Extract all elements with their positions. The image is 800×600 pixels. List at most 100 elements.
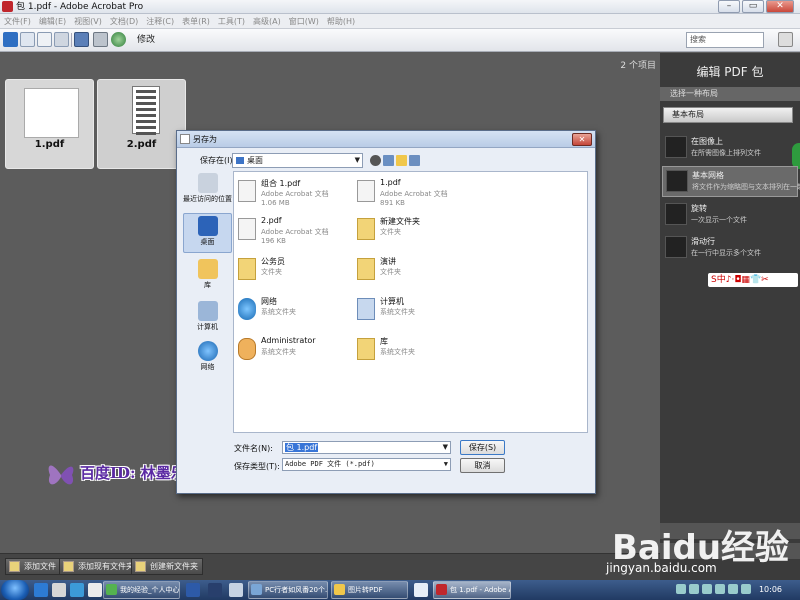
taskbar-task-active[interactable]: 包 1.pdf - Adobe A... bbox=[433, 581, 511, 599]
place-network[interactable]: 网络 bbox=[183, 339, 232, 379]
menu-comments[interactable]: 注释(C) bbox=[142, 14, 178, 29]
task-label: PC行者如风番20个... bbox=[265, 586, 328, 594]
layout-option-sliding-row[interactable]: 滑动行 在一行中显示多个文件 bbox=[662, 233, 798, 264]
menu-tools[interactable]: 工具(T) bbox=[214, 14, 249, 29]
menu-document[interactable]: 文档(D) bbox=[106, 14, 142, 29]
file-type: 系统文件夹 bbox=[380, 308, 415, 316]
menu-help[interactable]: 帮助(H) bbox=[323, 14, 359, 29]
place-computer[interactable]: 计算机 bbox=[183, 299, 232, 339]
place-label: 桌面 bbox=[200, 238, 215, 246]
edit-menu-button[interactable]: 修改 bbox=[137, 33, 155, 47]
file-item[interactable]: 演讲 文件夹 bbox=[355, 256, 470, 296]
start-button[interactable] bbox=[1, 580, 29, 600]
layout-image-icon bbox=[665, 136, 687, 158]
file-name: 2.pdf bbox=[261, 216, 282, 225]
save-in-dropdown[interactable]: 桌面 ▼ bbox=[232, 153, 363, 168]
dialog-close-button[interactable]: ✕ bbox=[572, 133, 592, 146]
close-window-button[interactable]: ✕ bbox=[766, 0, 794, 13]
network-icon bbox=[197, 341, 218, 361]
chevron-down-icon[interactable]: ▼ bbox=[443, 442, 448, 453]
pdf-thumbnail[interactable]: 1.pdf bbox=[5, 79, 94, 169]
photoshop-icon[interactable] bbox=[208, 583, 222, 597]
pdf-thumbnail[interactable]: 2.pdf bbox=[97, 79, 186, 169]
preview-icon[interactable] bbox=[54, 32, 69, 47]
menu-advanced[interactable]: 高级(A) bbox=[249, 14, 285, 29]
place-desktop[interactable]: 桌面 bbox=[183, 213, 232, 253]
network-status-icon[interactable] bbox=[741, 584, 751, 594]
file-item[interactable]: 新建文件夹 文件夹 bbox=[355, 216, 470, 256]
file-item[interactable]: 计算机 系统文件夹 bbox=[355, 296, 470, 336]
home-icon[interactable] bbox=[3, 32, 18, 47]
computer-icon bbox=[357, 298, 375, 320]
layout-dropdown[interactable]: 基本布局 bbox=[663, 107, 793, 123]
tray-icon[interactable] bbox=[715, 584, 725, 594]
print-icon[interactable] bbox=[93, 32, 108, 47]
taskbar-clock[interactable]: 10:06 bbox=[759, 580, 782, 600]
file-type: Adobe Acrobat 文档 bbox=[261, 228, 329, 236]
file-item[interactable]: 1.pdf Adobe Acrobat 文档 891 KB bbox=[355, 178, 470, 218]
file-name: 组合 1.pdf bbox=[261, 179, 301, 188]
cancel-button[interactable]: 取消 bbox=[460, 458, 505, 473]
file-item[interactable]: Administrator 系统文件夹 bbox=[236, 336, 351, 376]
menu-view[interactable]: 视图(V) bbox=[70, 14, 106, 29]
up-folder-icon[interactable] bbox=[383, 155, 394, 166]
quick-launch-icon[interactable] bbox=[88, 583, 102, 597]
file-item[interactable]: 组合 1.pdf Adobe Acrobat 文档 1.06 MB bbox=[236, 178, 351, 218]
file-item[interactable]: 公务员 文件夹 bbox=[236, 256, 351, 296]
window-title: 包 1.pdf - Adobe Acrobat Pro bbox=[16, 2, 144, 12]
add-file-button[interactable]: 添加文件 bbox=[5, 558, 61, 575]
volume-icon[interactable] bbox=[728, 584, 738, 594]
file-name-input[interactable]: 包 1.pdf ▼ bbox=[282, 441, 451, 454]
menu-edit[interactable]: 编辑(E) bbox=[35, 14, 70, 29]
file-type-dropdown[interactable]: Adobe PDF 文件 (*.pdf) ▼ bbox=[282, 458, 451, 471]
file-type: 系统文件夹 bbox=[380, 348, 415, 356]
taskbar-task[interactable]: PC行者如风番20个... bbox=[248, 581, 328, 599]
layout-grid-icon bbox=[666, 170, 688, 192]
maximize-button[interactable]: ▭ bbox=[742, 0, 764, 13]
file-item[interactable]: 网络 系统文件夹 bbox=[236, 296, 351, 336]
back-icon[interactable] bbox=[370, 155, 381, 166]
browser-icon bbox=[106, 584, 117, 595]
save-icon[interactable] bbox=[74, 32, 89, 47]
explorer-icon[interactable] bbox=[229, 583, 243, 597]
quick-launch-icon[interactable] bbox=[414, 583, 428, 597]
layout-option-rotate[interactable]: 旋转 一次显示一个文件 bbox=[662, 200, 798, 231]
quick-launch-icon[interactable] bbox=[52, 583, 66, 597]
task-label: 图片转PDF bbox=[348, 586, 383, 594]
page-view-icon[interactable] bbox=[37, 32, 52, 47]
menu-file[interactable]: 文件(F) bbox=[0, 14, 35, 29]
add-existing-folder-button[interactable]: 添加现有文件夹 bbox=[59, 558, 139, 575]
place-recent[interactable]: 最近访问的位置 bbox=[183, 171, 232, 211]
minimize-button[interactable]: – bbox=[718, 0, 740, 13]
taskbar-task[interactable]: 我的经验_个人中心... bbox=[103, 581, 180, 599]
photoshop-icon[interactable] bbox=[186, 583, 200, 597]
quick-launch-icon[interactable] bbox=[70, 583, 84, 597]
view-menu-icon[interactable] bbox=[409, 155, 420, 166]
menu-bar: 文件(F) 编辑(E) 视图(V) 文档(D) 注释(C) 表单(R) 工具(T) 高级(A)… bbox=[0, 14, 800, 29]
layout-option-on-image[interactable]: 在图像上 在所需图像上排列文件 bbox=[662, 133, 798, 164]
save-as-dialog: 另存为 ✕ 保存在(I): 桌面 ▼ 最近访问的位置 桌面 库 计算机 网络 组… bbox=[176, 130, 596, 494]
menu-forms[interactable]: 表单(R) bbox=[178, 14, 214, 29]
tray-icon[interactable] bbox=[702, 584, 712, 594]
binoculars-icon[interactable] bbox=[778, 32, 793, 47]
quick-launch-icon[interactable] bbox=[34, 583, 48, 597]
input-method-toolbar[interactable]: S中♪·◘▦👕✂ bbox=[708, 273, 798, 287]
file-item[interactable]: 库系统文件夹 bbox=[355, 336, 470, 376]
tray-icon[interactable] bbox=[689, 584, 699, 594]
tray-icon[interactable] bbox=[676, 584, 686, 594]
file-item[interactable]: 2.pdf Adobe Acrobat 文档 196 KB bbox=[236, 216, 351, 256]
layout-description: 在一行中显示多个文件 bbox=[691, 249, 761, 257]
new-folder-icon[interactable] bbox=[396, 155, 407, 166]
save-button[interactable]: 保存(S) bbox=[460, 440, 505, 455]
create-new-folder-button[interactable]: 创建新文件夹 bbox=[131, 558, 203, 575]
layout-option-basic-grid[interactable]: 基本网格 将文件作为缩略图与文本排列在一起 bbox=[662, 166, 800, 197]
taskbar-task[interactable]: 图片转PDF bbox=[331, 581, 408, 599]
search-input[interactable]: 搜索 bbox=[686, 32, 764, 48]
layout-grid-icon[interactable] bbox=[20, 32, 35, 47]
globe-share-icon[interactable] bbox=[111, 32, 126, 47]
layout-rotate-icon bbox=[665, 203, 687, 225]
thumbnail-label: 1.pdf bbox=[34, 139, 65, 150]
place-libraries[interactable]: 库 bbox=[183, 257, 232, 297]
menu-window[interactable]: 窗口(W) bbox=[285, 14, 323, 29]
panel-title: 编辑 PDF 包 bbox=[696, 65, 764, 79]
